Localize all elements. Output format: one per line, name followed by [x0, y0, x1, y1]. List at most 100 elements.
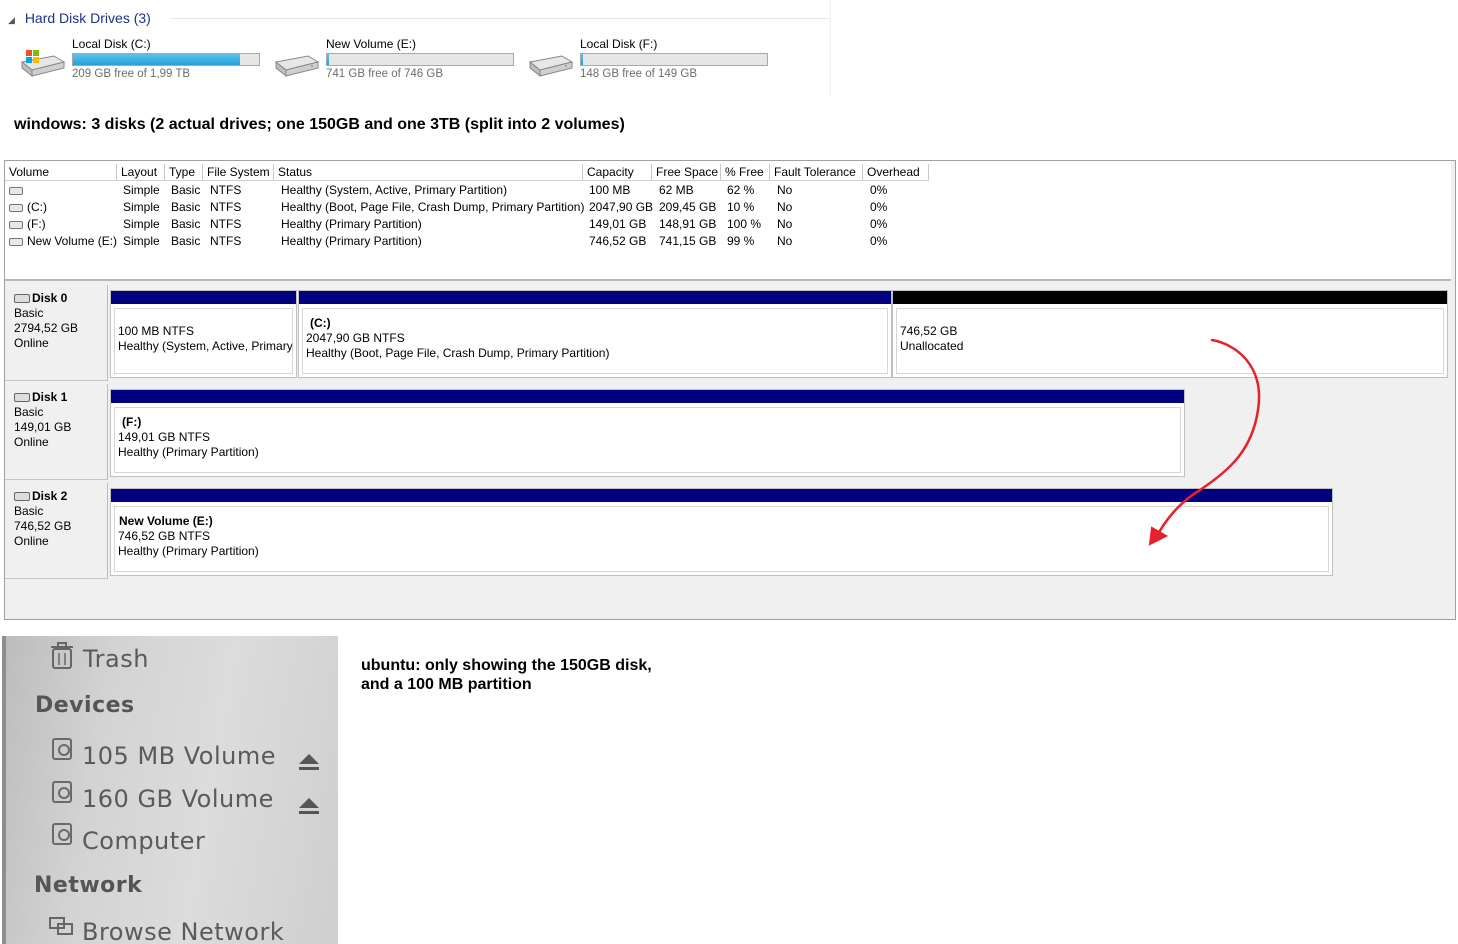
table-row[interactable]: (C:) Simple Basic NTFS Healthy (Boot, Pa…: [5, 199, 929, 216]
layout-cell: Simple: [123, 234, 160, 248]
column-header-volume[interactable]: Volume: [5, 164, 117, 180]
explorer-hard-disk-panel: ◢ Hard Disk Drives (3) Local Disk (C:) 2…: [0, 0, 831, 96]
hard-drive-icon: [274, 55, 320, 78]
volume-icon: [9, 203, 23, 212]
column-header-overhead[interactable]: Overhead: [863, 164, 929, 180]
ubuntu-nautilus-sidebar-photo: Trash Devices 105 MB Volume 160 GB Volum…: [2, 636, 338, 944]
drive-usage-bar: [326, 53, 514, 66]
overhead-cell: 0%: [870, 183, 888, 197]
table-row[interactable]: Simple Basic NTFS Healthy (System, Activ…: [5, 182, 929, 199]
sidebar-item-browse-network[interactable]: Browse Network: [82, 918, 284, 944]
sidebar-item-105mb-volume[interactable]: 105 MB Volume: [82, 742, 276, 770]
disk-icon: [14, 294, 30, 304]
sidebar-item-trash[interactable]: Trash: [83, 645, 149, 673]
volume-list-table: Volume Layout Type File System Status Ca…: [5, 161, 1451, 281]
ubuntu-caption-line-2: and a 100 MB partition: [361, 676, 532, 693]
eject-icon[interactable]: [298, 796, 320, 816]
drive-c[interactable]: Local Disk (C:) 209 GB free of 1,99 TB: [18, 36, 268, 86]
overhead-cell: 0%: [870, 200, 888, 214]
volume-table-header: Volume Layout Type File System Status Ca…: [5, 164, 929, 181]
disk-0-label[interactable]: Disk 0 Basic 2794,52 GB Online: [5, 285, 108, 381]
table-row[interactable]: (F:) Simple Basic NTFS Healthy (Primary …: [5, 216, 929, 233]
drive-name: Local Disk (F:): [580, 37, 658, 51]
status-cell: Healthy (Boot, Page File, Crash Dump, Pr…: [281, 200, 585, 214]
partition-body: (F:) 149,01 GB NTFS Healthy (Primary Par…: [114, 407, 1181, 473]
partition-f[interactable]: (F:) 149,01 GB NTFS Healthy (Primary Par…: [110, 389, 1185, 477]
partition-system-reserved[interactable]: 100 MB NTFS Healthy (System, Active, Pri…: [110, 290, 297, 378]
percent-free-cell: 10 %: [727, 200, 755, 214]
computer-drive-icon: [52, 823, 72, 845]
free-space-cell: 741,15 GB: [659, 234, 717, 248]
partition-header-bar: [111, 291, 296, 304]
hard-drive-icon: [528, 55, 574, 78]
column-header-type[interactable]: Type: [165, 164, 203, 180]
overhead-cell: 0%: [870, 234, 888, 248]
drive-name: New Volume (E:): [326, 37, 417, 51]
partition-header-bar: [111, 390, 1184, 403]
overhead-cell: 0%: [870, 217, 888, 231]
drive-usage-bar: [72, 53, 260, 66]
red-annotation-arrow: [1148, 338, 1261, 546]
free-space-cell: 62 MB: [659, 183, 694, 197]
ubuntu-caption-line-1: ubuntu: only showing the 150GB disk,: [361, 657, 652, 674]
drive-usage-bar: [580, 53, 768, 66]
fault-tolerance-cell: No: [777, 217, 793, 231]
partition-status: Healthy (Boot, Page File, Crash Dump, Pr…: [306, 346, 610, 360]
column-header-capacity[interactable]: Capacity: [583, 164, 652, 180]
free-space-cell: 148,91 GB: [659, 217, 717, 231]
hard-disk-drives-group-header[interactable]: ◢ Hard Disk Drives (3): [8, 10, 151, 26]
partition-size: 100 MB NTFS: [118, 324, 195, 338]
collapse-triangle-icon[interactable]: ◢: [8, 15, 15, 25]
volume-cell: New Volume (E:): [5, 233, 117, 250]
capacity-cell: 149,01 GB: [589, 217, 647, 231]
column-header-layout[interactable]: Layout: [117, 164, 165, 180]
column-header-status[interactable]: Status: [274, 164, 583, 180]
drive-free-text: 209 GB free of 1,99 TB: [72, 68, 191, 80]
drive-free-text: 741 GB free of 746 GB: [326, 68, 443, 80]
partition-status: Healthy (System, Active, Primary: [118, 339, 293, 353]
disk-icon: [14, 393, 30, 403]
disk-2-label[interactable]: Disk 2 Basic 746,52 GB Online: [5, 483, 108, 579]
capacity-cell: 2047,90 GB: [589, 200, 654, 214]
sidebar-item-computer[interactable]: Computer: [82, 827, 205, 855]
percent-free-cell: 100 %: [727, 217, 762, 231]
disk-type: Basic: [14, 504, 44, 518]
capacity-cell: 100 MB: [589, 183, 631, 197]
disk-type: Basic: [14, 306, 44, 320]
layout-cell: Simple: [123, 217, 160, 231]
windows-caption: windows: 3 disks (2 actual drives; one 1…: [14, 116, 625, 133]
drive-e[interactable]: New Volume (E:) 741 GB free of 746 GB: [272, 36, 522, 86]
column-header-file-system[interactable]: File System: [203, 164, 274, 180]
sidebar-item-160gb-volume[interactable]: 160 GB Volume: [82, 785, 274, 813]
fs-cell: NTFS: [210, 217, 242, 231]
column-header-free-space[interactable]: Free Space: [652, 164, 721, 180]
disk-title: Disk 0: [14, 291, 107, 306]
drive-free-text: 148 GB free of 149 GB: [580, 68, 697, 80]
photo-edge-shadow: [2, 636, 6, 944]
type-cell: Basic: [171, 234, 201, 248]
drive-name: Local Disk (C:): [72, 37, 151, 51]
eject-icon[interactable]: [298, 752, 320, 772]
partition-c[interactable]: (C:) 2047,90 GB NTFS Healthy (Boot, Page…: [298, 290, 892, 378]
table-row[interactable]: New Volume (E:) Simple Basic NTFS Health…: [5, 233, 929, 250]
group-title: Hard Disk Drives (3): [24, 10, 151, 26]
drive-f[interactable]: Local Disk (F:) 148 GB free of 149 GB: [526, 36, 776, 86]
disk-status: Online: [14, 336, 49, 350]
disk-name: Disk 2: [32, 489, 68, 503]
drive-usage-fill: [327, 54, 329, 65]
windows-drive-icon: [20, 50, 66, 78]
volume-cell: [5, 182, 27, 199]
column-header-percent-free[interactable]: % Free: [721, 164, 770, 180]
volume-cell: (F:): [5, 216, 46, 233]
column-header-fault-tolerance[interactable]: Fault Tolerance: [770, 164, 863, 180]
drive-usage-fill: [581, 54, 583, 65]
network-heading: Network: [34, 873, 143, 898]
type-cell: Basic: [171, 200, 201, 214]
disk-name: Disk 1: [32, 390, 68, 404]
disk-icon: [14, 492, 30, 502]
volume-name: New Volume (E:): [27, 234, 118, 248]
disk-1-label[interactable]: Disk 1 Basic 149,01 GB Online: [5, 384, 108, 480]
partition-size: 2047,90 GB NTFS: [306, 331, 405, 345]
disk-status: Online: [14, 534, 49, 548]
disk-size: 2794,52 GB: [14, 321, 79, 335]
